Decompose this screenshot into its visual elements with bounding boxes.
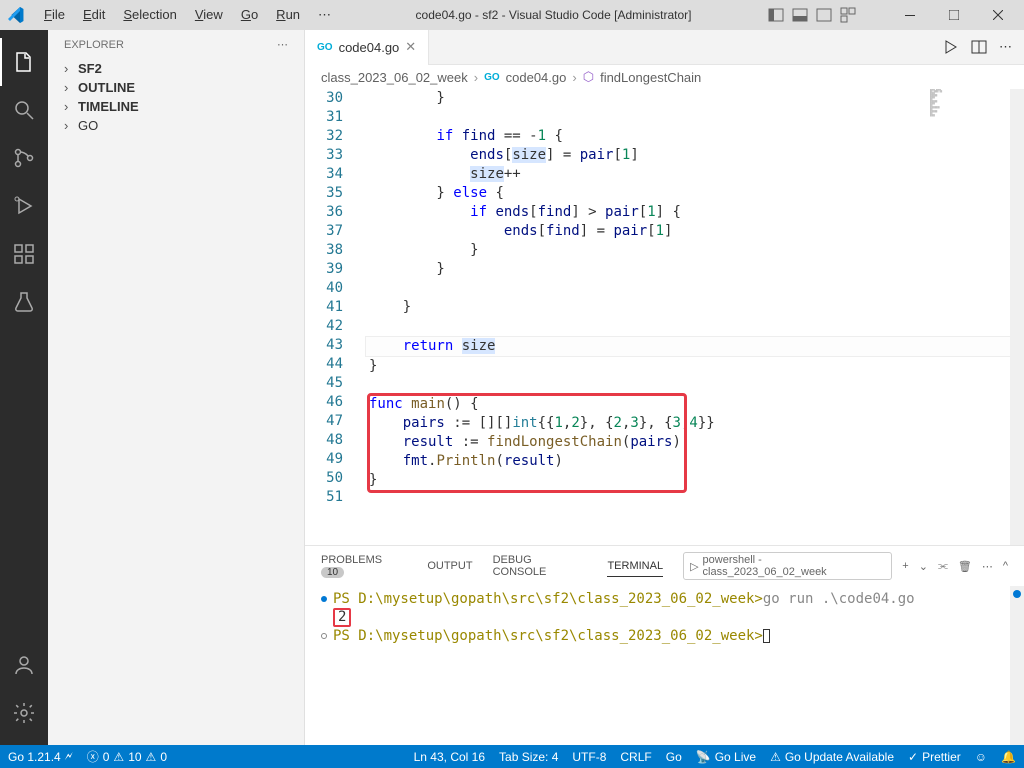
breadcrumb-file[interactable]: code04.go xyxy=(506,70,567,85)
layout-panel-icon[interactable] xyxy=(792,7,808,23)
code-editor[interactable]: 3031323334353637383940414243444546474849… xyxy=(305,89,1024,545)
terminal-content[interactable]: PS D:\mysetup\gopath\src\sf2\class_2023_… xyxy=(305,586,1024,745)
minimize-button[interactable] xyxy=(892,1,928,29)
main-menu: File Edit Selection View Go Run ⋯ xyxy=(36,3,339,27)
terminal-scrollbar[interactable] xyxy=(1010,586,1024,745)
layout-primary-icon[interactable] xyxy=(768,7,784,23)
breadcrumb-folder[interactable]: class_2023_06_02_week xyxy=(321,70,468,85)
status-encoding[interactable]: UTF-8 xyxy=(572,750,606,764)
close-button[interactable] xyxy=(980,1,1016,29)
menu-edit[interactable]: Edit xyxy=(75,3,113,27)
line-numbers: 3031323334353637383940414243444546474849… xyxy=(305,89,365,545)
code-content[interactable]: } if find == -1 { ends[size] = pair[1] s… xyxy=(365,89,1024,545)
activity-extensions[interactable] xyxy=(0,230,48,278)
menu-view[interactable]: View xyxy=(187,3,231,27)
menu-go[interactable]: Go xyxy=(233,3,266,27)
editor-area: GO code04.go ✕ ⋯ class_2023_06_02_week ›… xyxy=(305,30,1024,745)
minimap[interactable]: ████ ██████ ████ ███████████████████████… xyxy=(930,89,1010,269)
vscode-logo-icon xyxy=(8,7,24,23)
status-position[interactable]: Ln 43, Col 16 xyxy=(414,750,485,764)
titlebar: File Edit Selection View Go Run ⋯ code04… xyxy=(0,0,1024,30)
sidebar-title: EXPLORER xyxy=(64,39,124,51)
panel-tab-problems[interactable]: PROBLEMS 10 xyxy=(321,550,407,582)
breadcrumb-symbol[interactable]: findLongestChain xyxy=(600,70,701,85)
go-file-icon: GO xyxy=(317,42,333,53)
activity-testing[interactable] xyxy=(0,278,48,326)
go-file-icon: GO xyxy=(484,72,500,83)
vertical-scrollbar[interactable] xyxy=(1010,89,1024,545)
status-tab-size[interactable]: Tab Size: 4 xyxy=(499,750,558,764)
activity-account[interactable] xyxy=(0,641,48,689)
layout-custom-icon[interactable] xyxy=(840,7,856,23)
editor-more-icon[interactable]: ⋯ xyxy=(999,39,1012,55)
status-bar: Go 1.21.4 🗲 ⓧ 0 ⚠ 10 ⚠ 0 Ln 43, Col 16 T… xyxy=(0,745,1024,768)
panel-tab-debug[interactable]: DEBUG CONSOLE xyxy=(493,550,588,582)
activity-search[interactable] xyxy=(0,86,48,134)
tree-item-sf2[interactable]: ›SF2 xyxy=(48,59,304,78)
tree-item-timeline[interactable]: ›TIMELINE xyxy=(48,97,304,116)
panel-more-icon[interactable]: ⋯ xyxy=(982,560,993,573)
layout-secondary-icon[interactable] xyxy=(816,7,832,23)
prompt-bullet-icon xyxy=(321,633,327,639)
explorer-sidebar: EXPLORER ⋯ ›SF2 ›OUTLINE ›TIMELINE ›GO xyxy=(48,30,305,745)
terminal-cursor xyxy=(763,629,770,643)
menu-more[interactable]: ⋯ xyxy=(310,3,339,27)
tab-code04[interactable]: GO code04.go ✕ xyxy=(305,30,429,65)
activity-bar xyxy=(0,30,48,745)
split-terminal-icon[interactable]: ⫘ xyxy=(938,560,948,573)
terminal-selector[interactable]: ▷powershell - class_2023_06_02_week xyxy=(683,552,892,580)
terminal-chevron-down-icon[interactable]: ⌄ xyxy=(919,560,928,573)
status-prettier[interactable]: ✓ Prettier xyxy=(908,750,961,764)
status-go-version[interactable]: Go 1.21.4 🗲 xyxy=(8,749,73,764)
activity-scm[interactable] xyxy=(0,134,48,182)
panel-tab-output[interactable]: OUTPUT xyxy=(427,556,472,576)
menu-run[interactable]: Run xyxy=(268,3,308,27)
status-golive[interactable]: 📡 Go Live xyxy=(696,750,756,764)
activity-debug[interactable] xyxy=(0,182,48,230)
sidebar-more-icon[interactable]: ⋯ xyxy=(277,38,288,51)
terminal-output-highlight: 2 xyxy=(333,608,351,627)
status-go-update[interactable]: ⚠ Go Update Available xyxy=(770,750,894,764)
split-icon[interactable] xyxy=(971,39,987,55)
status-bell-icon[interactable]: 🔔 xyxy=(1001,750,1016,764)
new-terminal-icon[interactable]: + xyxy=(902,560,908,572)
editor-tabs: GO code04.go ✕ ⋯ xyxy=(305,30,1024,65)
panel-tab-terminal[interactable]: TERMINAL xyxy=(607,556,663,577)
window-controls xyxy=(768,1,1016,29)
kill-terminal-icon[interactable]: 🗑 xyxy=(958,560,972,573)
window-title: code04.go - sf2 - Visual Studio Code [Ad… xyxy=(339,8,768,22)
menu-selection[interactable]: Selection xyxy=(115,3,184,27)
bottom-panel: PROBLEMS 10 OUTPUT DEBUG CONSOLE TERMINA… xyxy=(305,545,1024,745)
activity-explorer[interactable] xyxy=(0,38,48,86)
maximize-button[interactable] xyxy=(936,1,972,29)
tab-label: code04.go xyxy=(339,40,400,55)
status-problems[interactable]: ⓧ 0 ⚠ 10 ⚠ 0 xyxy=(87,748,167,765)
menu-file[interactable]: File xyxy=(36,3,73,27)
tree-item-go[interactable]: ›GO xyxy=(48,116,304,135)
run-icon[interactable] xyxy=(943,39,959,55)
activity-settings[interactable] xyxy=(0,689,48,737)
panel-maximize-icon[interactable]: ^ xyxy=(1003,560,1008,572)
status-language[interactable]: Go xyxy=(666,750,682,764)
status-eol[interactable]: CRLF xyxy=(620,750,651,764)
symbol-icon: ⬡ xyxy=(583,69,594,85)
breadcrumbs[interactable]: class_2023_06_02_week › GO code04.go › ⬡… xyxy=(305,65,1024,89)
tree-item-outline[interactable]: ›OUTLINE xyxy=(48,78,304,97)
tab-close-icon[interactable]: ✕ xyxy=(405,39,416,55)
prompt-bullet-icon xyxy=(321,596,327,602)
status-feedback-icon[interactable]: ☺ xyxy=(975,750,987,764)
